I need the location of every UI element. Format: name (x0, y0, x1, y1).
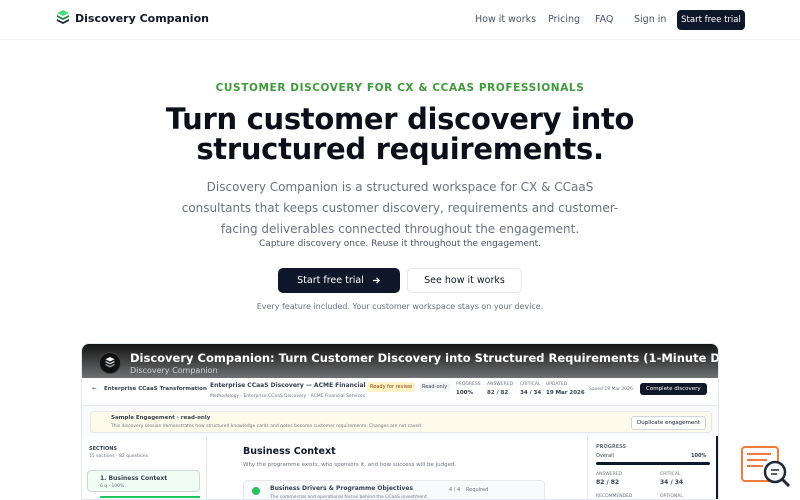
answered-label: ANSWERED (596, 472, 623, 477)
document-search-icon (741, 446, 791, 488)
hero-tagline: Capture discovery once. Reuse it through… (259, 239, 541, 249)
app-doc-title: Enterprise CCaaS Discovery — ACME Financ… (210, 382, 392, 389)
stat-value: 19 Mar 2026 (546, 390, 585, 396)
recommended-label: RECOMMENDED (596, 494, 633, 499)
sections-sidebar: SECTIONS 15 sections · 82 questions 1. B… (82, 436, 207, 499)
card-title: Business Drivers & Programme Objectives (270, 485, 413, 492)
stat-value: 100% (456, 390, 473, 396)
brand-name: Discovery Companion (75, 11, 209, 25)
card-check-icon (252, 487, 260, 495)
banner-text: This discovery session demonstrates how … (111, 424, 423, 429)
back-arrow-icon[interactable]: ← (92, 386, 97, 392)
nav-faq[interactable]: FAQ (595, 14, 613, 25)
see-how-it-works-button[interactable]: See how it works (407, 268, 522, 293)
start-trial-button[interactable]: Start free trial (278, 268, 400, 293)
sections-count: 15 sections · 82 questions (89, 454, 148, 459)
section-item-meta: 6 q · 100% (100, 484, 125, 489)
question-card[interactable]: Business Drivers & Programme Objectives … (243, 480, 545, 500)
brand[interactable]: Discovery Companion (57, 10, 209, 26)
hero-eyebrow: CUSTOMER DISCOVERY FOR CX & CCAAS PROFES… (215, 82, 585, 94)
status-readonly-badge: Read-only (419, 382, 451, 392)
banner-title: Sample Engagement · read-only (111, 415, 211, 421)
app-toolbar: ← Enterprise CCaaS Transformation Enterp… (82, 378, 718, 406)
demo-video[interactable]: ← Enterprise CCaaS Transformation Enterp… (81, 343, 719, 500)
section-item-label: 1. Business Context (100, 475, 168, 482)
section-progress-bar (100, 496, 200, 498)
overall-value: 100% (691, 453, 707, 459)
stat-value: 34 / 34 (520, 390, 542, 396)
stack-logo-icon (105, 357, 115, 368)
overall-progress-bar (596, 462, 710, 465)
stat-label: CRITICAL (520, 382, 541, 387)
progress-heading: PROGRESS (596, 444, 627, 450)
hero-subheadline: Discovery Companion is a structured work… (181, 180, 619, 236)
card-subtitle: The commercial and operational forces be… (270, 495, 429, 500)
stat-label: ANSWERED (487, 382, 514, 387)
status-ready-badge: Ready for review (367, 382, 416, 392)
progress-panel: PROGRESS Overall 100% ANSWERED 82 / 82 C… (587, 436, 718, 499)
sections-heading: SECTIONS (89, 446, 117, 452)
nav-sign-in[interactable]: Sign in (634, 14, 666, 25)
arrow-right-icon (372, 277, 380, 284)
scrollbar[interactable] (716, 436, 718, 499)
help-widget[interactable] (741, 446, 791, 488)
optional-label: OPTIONAL (660, 494, 683, 499)
header-start-trial-button[interactable]: Start free trial (677, 10, 745, 30)
start-trial-label: Start free trial (297, 275, 364, 286)
channel-avatar[interactable] (99, 352, 121, 374)
video-channel[interactable]: Discovery Companion (130, 366, 218, 375)
top-nav: Discovery Companion How it works Pricing… (0, 0, 800, 40)
card-count: 4 / 4 (449, 487, 461, 493)
section-subtitle: Why the programme exists, who sponsors i… (243, 462, 457, 468)
duplicate-engagement-button[interactable]: Duplicate engagement (631, 416, 706, 430)
nav-pricing[interactable]: Pricing (548, 14, 580, 25)
stack-logo-icon (57, 10, 69, 24)
critical-label: CRITICAL (660, 472, 681, 477)
card-tag: Required (466, 487, 489, 493)
nav-how-it-works[interactable]: How it works (475, 14, 536, 25)
saved-status: Saved 19 Mar 2026 (589, 387, 633, 392)
video-title[interactable]: Discovery Companion: Turn Customer Disco… (130, 351, 718, 365)
complete-discovery-button[interactable]: Complete discovery (640, 383, 707, 395)
sample-banner: Sample Engagement · read-only This disco… (90, 411, 712, 433)
answered-value: 82 / 82 (596, 479, 620, 486)
stat-value: 82 / 82 (487, 390, 509, 396)
critical-value: 34 / 34 (660, 479, 684, 486)
sidebar-item-business-context[interactable]: 1. Business Context 6 q · 100% (87, 470, 200, 492)
stat-label: PROGRESS (456, 382, 481, 387)
app-back-label[interactable]: Enterprise CCaaS Transformation (104, 386, 207, 392)
app-breadcrumb: Methodology · Enterprise CCaaS Discovery… (210, 394, 366, 399)
stat-label: UPDATED (546, 382, 568, 387)
overall-label: Overall (596, 453, 614, 459)
video-title-bar: Discovery Companion: Turn Customer Disco… (82, 344, 718, 378)
hero-note: Every feature included. Your customer wo… (256, 302, 544, 311)
section-title: Business Context (243, 446, 336, 457)
section-content: Business Context Why the programme exist… (207, 436, 587, 500)
hero-headline: Turn customer discovery into structured … (165, 102, 635, 166)
